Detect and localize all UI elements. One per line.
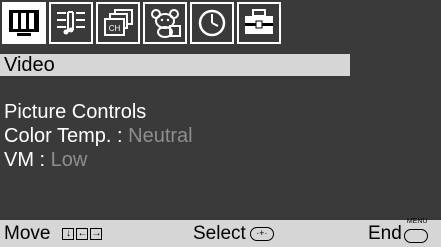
svg-text:CH: CH — [109, 24, 121, 33]
select-hint: Select ·+· — [193, 220, 274, 247]
menu-title: Video — [0, 54, 350, 76]
menu-key: MENU — [402, 218, 428, 247]
menu-key-label: MENU — [406, 218, 428, 225]
tab-parental[interactable] — [143, 2, 187, 44]
menu-item-color-temp[interactable]: Color Temp. : Neutral — [4, 124, 193, 148]
tab-timer[interactable] — [190, 2, 234, 44]
video-icon — [9, 10, 39, 36]
vm-value: Low — [50, 149, 88, 171]
audio-icon — [57, 11, 85, 35]
move-hint: Move ↓ ← → — [4, 220, 103, 247]
end-hint: End MENU — [368, 218, 428, 247]
color-temp-label: Color Temp. : — [4, 125, 129, 147]
parental-icon — [151, 9, 181, 38]
menu-items: Picture Controls Color Temp. : Neutral V… — [4, 100, 193, 172]
picture-controls-label: Picture Controls — [4, 101, 147, 123]
menu-tab-bar: CH — [2, 2, 281, 46]
tab-setup[interactable] — [237, 2, 281, 44]
arrow-keys: ↓ ← → — [60, 227, 103, 240]
setup-icon — [245, 9, 273, 34]
arrow-right-icon: → — [90, 227, 103, 240]
tab-audio[interactable] — [49, 2, 93, 44]
tv-osd-screen: CH Video Picture Controls Color Temp.: … — [0, 0, 441, 247]
arrow-down-icon: ↓ — [62, 227, 75, 240]
color-temp-value: Neutral — [128, 125, 193, 147]
channel-icon: CH — [104, 9, 133, 36]
menu-item-picture-controls[interactable]: Picture Controls — [4, 100, 193, 124]
select-button-icon: ·+· — [249, 226, 274, 241]
menu-button-icon — [403, 229, 428, 243]
move-label: Move — [4, 223, 51, 244]
timer-icon — [198, 9, 226, 37]
tab-channel[interactable]: CH — [96, 2, 140, 44]
vm-label: VM : — [4, 149, 51, 171]
end-label: End — [368, 223, 402, 244]
menu-item-vm[interactable]: VM : Low — [4, 148, 193, 172]
select-label: Select — [193, 223, 246, 244]
help-bar: Move ↓ ← → Select ·+· End MENU — [0, 218, 441, 247]
arrow-left-icon: ← — [76, 227, 89, 240]
tab-video[interactable] — [2, 2, 46, 44]
